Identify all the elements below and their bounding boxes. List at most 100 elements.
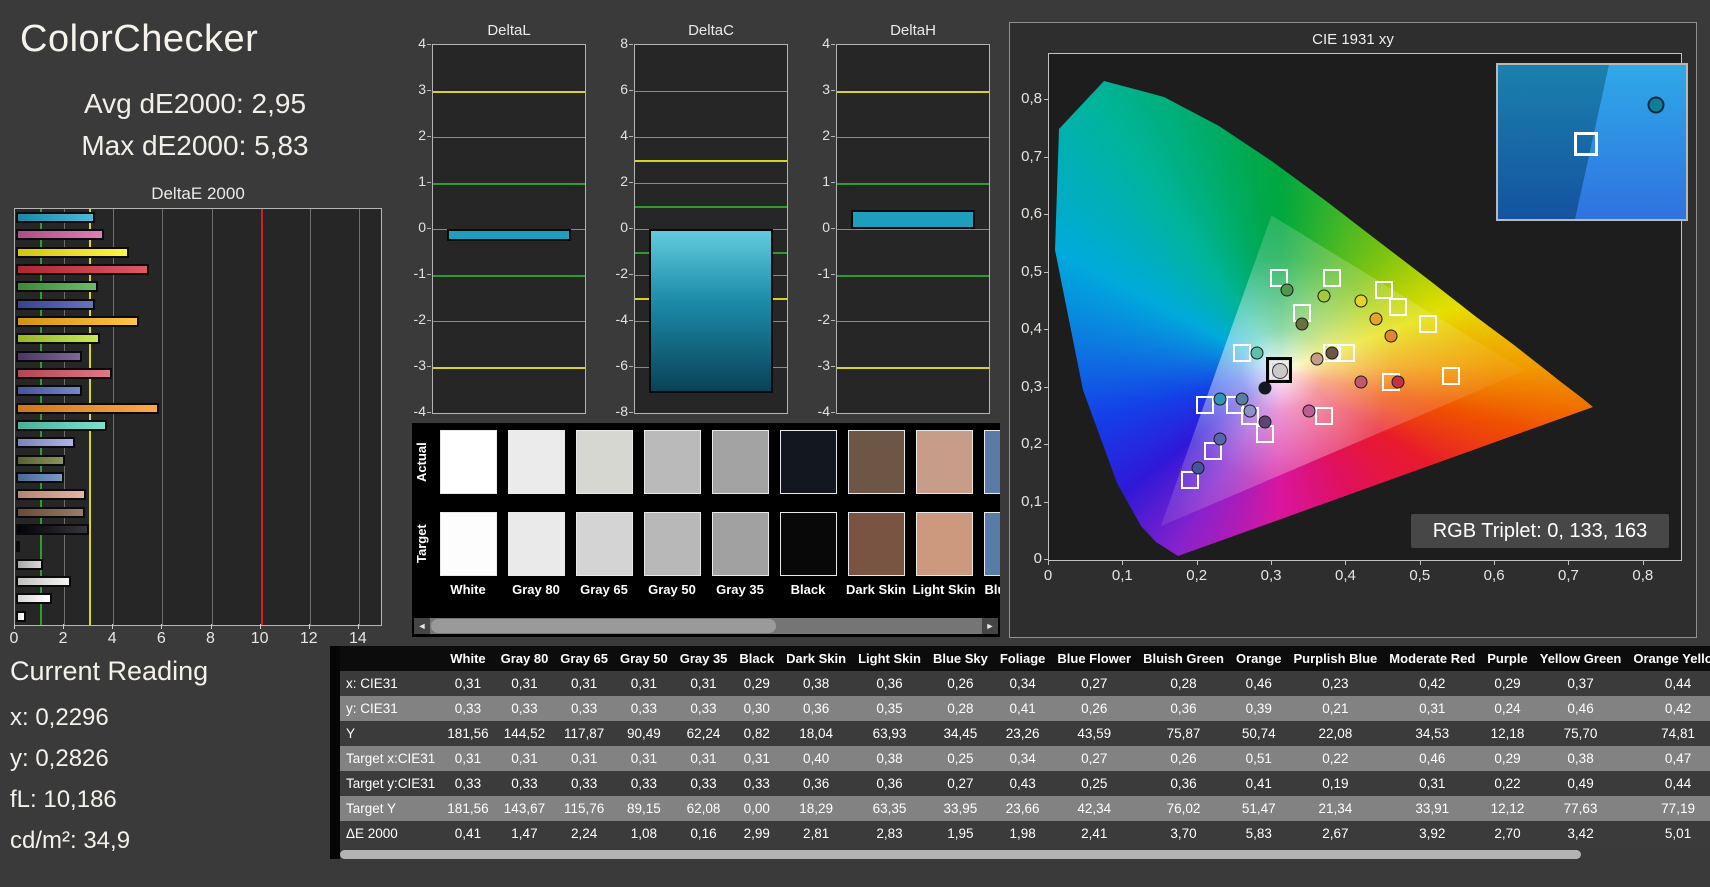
column-header-gray-80: Gray 80: [494, 646, 555, 671]
cell-light-skin-tx: 0,38: [852, 746, 927, 771]
gridline: [837, 137, 989, 138]
column-header-purplish-blue: Purplish Blue: [1287, 646, 1384, 671]
actual-swatch-gray-35[interactable]: [712, 430, 769, 494]
deltae-bar-bluish-green: [16, 420, 107, 431]
cell-bluish-green-de: 3,70: [1137, 821, 1230, 846]
target-swatch-dark-skin[interactable]: [848, 512, 905, 576]
axis-label: 0: [1033, 550, 1042, 567]
reference-line: [433, 91, 585, 93]
axis-tick: [427, 274, 431, 275]
target-row-label: Target: [414, 524, 429, 564]
current-fl-value: fL: 10,186: [10, 786, 117, 813]
cell-black-x: 0,29: [733, 671, 781, 696]
axis-tick: [831, 90, 835, 91]
cell-gray-80-de: 1,47: [494, 821, 555, 846]
row-label: y: CIE31: [340, 696, 442, 721]
row-label: Target x:CIE31: [340, 746, 442, 771]
target-swatch-light-skin[interactable]: [916, 512, 973, 576]
gridline: [433, 137, 585, 138]
reference-line: [433, 275, 585, 277]
target-swatch-blue-sky[interactable]: [984, 512, 1000, 576]
cie-zoom-inset: [1496, 63, 1688, 221]
axis-tick: [831, 182, 835, 183]
measured-point-green: [1280, 283, 1294, 297]
axis-tick: [1419, 561, 1421, 565]
gridline: [635, 91, 787, 92]
scrollbar-thumb[interactable]: [431, 619, 776, 633]
table-scrollbar[interactable]: [340, 850, 1582, 859]
column-header-purple: Purple: [1481, 646, 1534, 671]
deltae-bar-light-skin: [16, 489, 86, 501]
actual-swatch-white[interactable]: [440, 430, 497, 494]
axis-label: 6: [156, 630, 166, 647]
cell-yellow-green-tx: 0,38: [1533, 746, 1628, 771]
actual-swatch-black[interactable]: [780, 430, 837, 494]
cell-blue-sky-y: 0,28: [926, 696, 994, 721]
swatch-label-black: Black: [790, 582, 826, 597]
target-swatch-gray-80[interactable]: [508, 512, 565, 576]
cell-yellow-green-de: 3,42: [1533, 821, 1628, 846]
cell-gray-65-y: 0,33: [554, 696, 614, 721]
cell-white-Y: 181,56: [441, 721, 495, 746]
axis-label: 4: [418, 35, 426, 51]
target-swatch-gray-50[interactable]: [644, 512, 701, 576]
axis-label: 0: [1043, 567, 1053, 584]
axis-tick: [427, 228, 431, 229]
actual-swatch-dark-skin[interactable]: [848, 430, 905, 494]
cell-black-ty: 0,33: [733, 771, 781, 796]
cell-moderate-red-x: 0,42: [1383, 671, 1482, 696]
cie-1931-panel: CIE 1931 xy RGB Triplet: 0, 133, 163 0 0,…: [1009, 22, 1697, 638]
cell-purple-tx: 0,29: [1481, 746, 1534, 771]
inset-target-square: [1574, 131, 1599, 156]
actual-swatch-blue-sky[interactable]: [984, 430, 1000, 494]
deltal-chart: DeltaL 4 3 2 1 0 -1 -2 -3 -4: [398, 22, 586, 442]
delta-bar: [446, 229, 572, 241]
target-swatch-gray-35[interactable]: [712, 512, 769, 576]
target-swatch-black[interactable]: [780, 512, 837, 576]
cell-gray-35-ty: 0,33: [673, 771, 734, 796]
cell-gray-35-Y: 62,24: [673, 721, 734, 746]
actual-swatch-light-skin[interactable]: [916, 430, 973, 494]
measured-point-blue: [1191, 461, 1205, 475]
swatch-label-gray-50: Gray 50: [648, 582, 696, 597]
axis-label: -6: [615, 357, 628, 373]
cell-light-skin-y: 0,35: [852, 696, 927, 721]
cell-purplish-blue-de: 2,67: [1287, 821, 1384, 846]
deltac-plot-area: [634, 44, 788, 414]
target-swatch-white[interactable]: [440, 512, 497, 576]
cell-blue-flower-ty: 0,25: [1051, 771, 1138, 796]
column-header-yellow-green: Yellow Green: [1533, 646, 1628, 671]
cell-orange-yellow-tY: 77,19: [1627, 796, 1710, 821]
reference-line: [635, 206, 787, 208]
target-swatch-gray-65[interactable]: [576, 512, 633, 576]
cell-gray-50-ty: 0,33: [614, 771, 674, 796]
table-row-δe-2000: ΔE 2000 0,41 1,47 2,24 1,08 0,16 2,99 2,81 2,83 1…: [340, 821, 1710, 846]
cell-blue-sky-tx: 0,25: [926, 746, 994, 771]
row-label: ΔE 2000: [340, 821, 442, 846]
axis-tick: [629, 182, 633, 183]
cell-foliage-ty: 0,43: [993, 771, 1052, 796]
deltae-bar-blue-flower: [16, 437, 76, 449]
deltal-chart-title: DeltaL: [487, 22, 531, 39]
scroll-left-arrow-icon[interactable]: ◄: [414, 618, 430, 634]
actual-swatch-gray-65[interactable]: [576, 430, 633, 494]
column-header-moderate-red: Moderate Red: [1383, 646, 1482, 671]
deltae2000-chart: DeltaE 2000 0 2 4 6 8 10 12 14: [10, 184, 382, 654]
cell-orange-ty: 0,41: [1229, 771, 1288, 796]
cell-black-tY: 0,00: [733, 796, 781, 821]
actual-swatch-gray-50[interactable]: [644, 430, 701, 494]
cell-white-de: 0,41: [441, 821, 495, 846]
target-square-yellow: [1374, 280, 1393, 299]
axis-tick: [1048, 561, 1049, 565]
actual-swatch-gray-80[interactable]: [508, 430, 565, 494]
cell-foliage-de: 1,98: [993, 821, 1052, 846]
axis-label: 0,2: [1021, 435, 1042, 452]
swatch-scrollbar[interactable]: ◄ ►: [414, 618, 998, 634]
cell-blue-flower-Y: 43,59: [1051, 721, 1138, 746]
cell-blue-sky-tY: 33,95: [926, 796, 994, 821]
cell-gray-35-x: 0,31: [673, 671, 734, 696]
target-square-yellow-green: [1322, 269, 1341, 288]
scroll-right-arrow-icon[interactable]: ►: [982, 618, 998, 634]
gridline: [635, 137, 787, 138]
axis-tick: [1122, 561, 1124, 565]
